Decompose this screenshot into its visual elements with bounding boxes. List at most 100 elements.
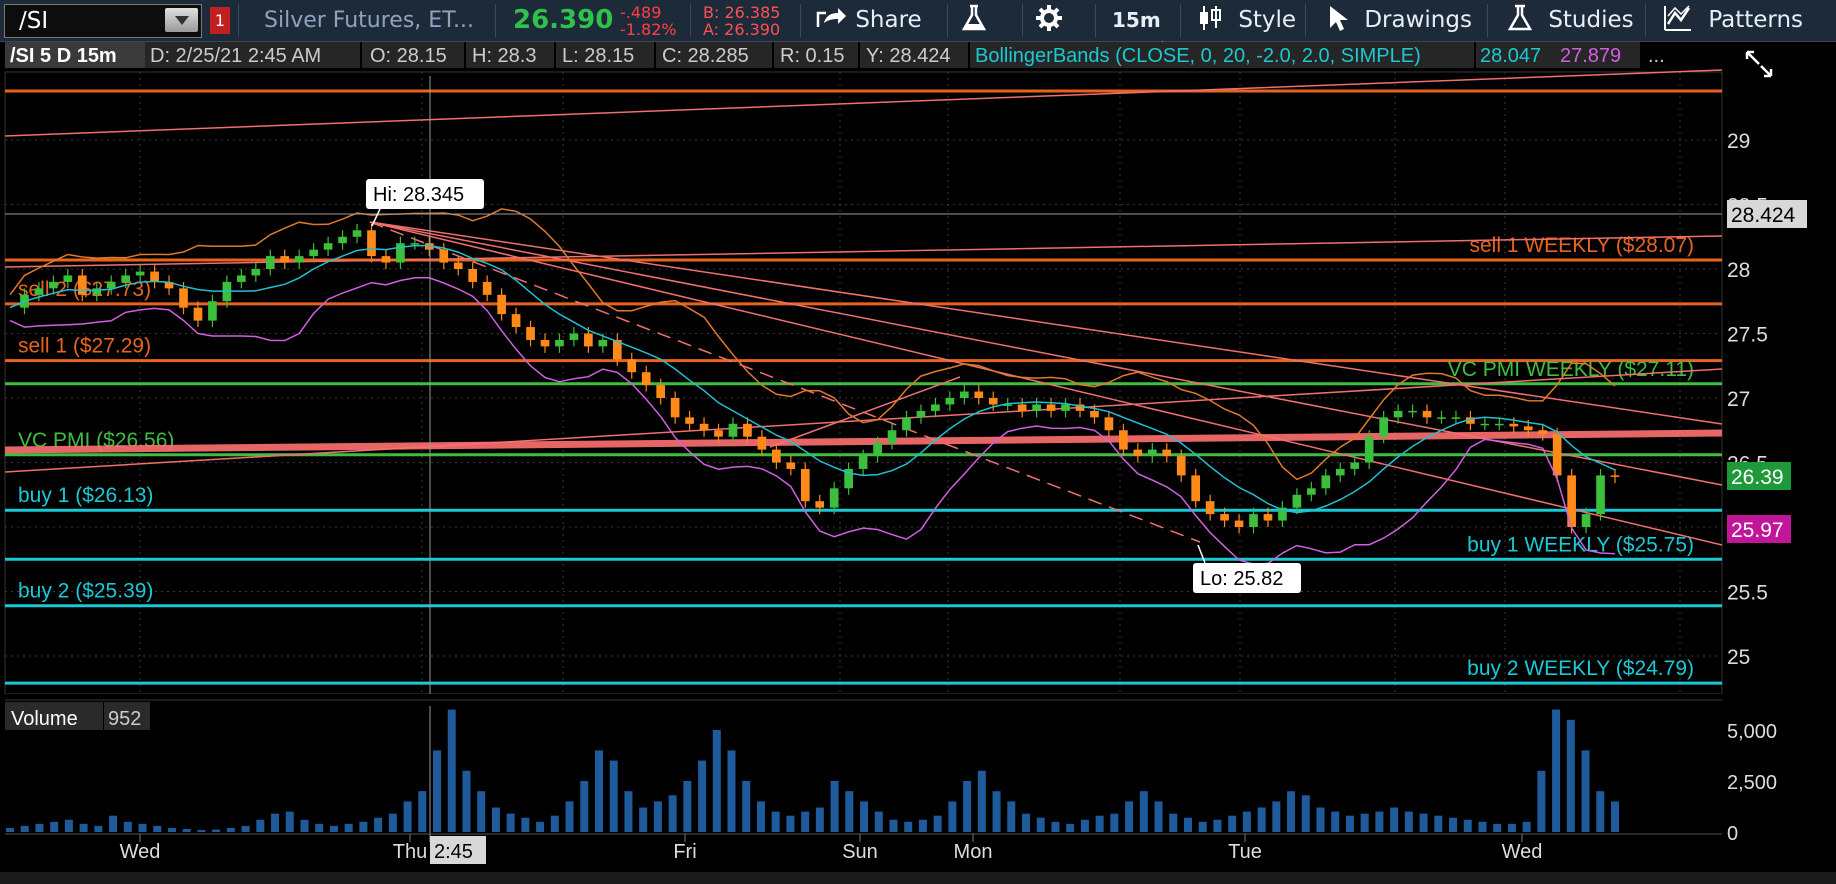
- volume-bar: [860, 801, 869, 832]
- style-label: Style: [1238, 7, 1297, 33]
- candle-body: [1335, 468, 1345, 476]
- candle-body: [598, 339, 608, 347]
- volume-bar: [79, 823, 88, 832]
- volume-bar: [1125, 801, 1134, 832]
- candle-body: [106, 281, 116, 289]
- trendline[interactable]: [769, 376, 961, 448]
- level-label: buy 2 ($25.39): [18, 580, 153, 603]
- volume-bar: [918, 819, 927, 832]
- price-tick-label: 29: [1727, 130, 1750, 153]
- price-levels: sell 1 WEEKLY ($28.07)sell 2 ($27.73)sel…: [5, 89, 1722, 685]
- studies-button[interactable]: Studies: [1507, 0, 1634, 41]
- alert-badge[interactable]: 1: [210, 7, 230, 34]
- candle-body: [699, 423, 709, 431]
- volume-bar: [521, 817, 530, 832]
- bollinger-lower-value: 27.879: [1560, 45, 1621, 67]
- volume-bar: [904, 821, 913, 832]
- candle-body: [1133, 449, 1143, 457]
- more-studies[interactable]: ...: [1648, 45, 1665, 67]
- volume-bar: [197, 829, 206, 832]
- volume-bar: [624, 791, 633, 832]
- flask-icon: [961, 4, 987, 31]
- last-price-text: 26.39: [1731, 466, 1784, 489]
- candle-body: [569, 333, 579, 340]
- level-label: buy 2 WEEKLY ($24.79): [1467, 657, 1694, 680]
- volume-bar: [889, 819, 898, 832]
- volume-bar: [639, 807, 648, 832]
- candle-body: [1350, 462, 1360, 469]
- volume-bar: [948, 801, 957, 832]
- volume-bar: [565, 801, 574, 832]
- lower-band-price-tag: 25.97: [1727, 515, 1791, 543]
- candle-body: [670, 398, 680, 418]
- patterns-button[interactable]: Patterns: [1663, 0, 1803, 41]
- candle-body: [135, 271, 145, 276]
- price-chart[interactable]: sell 1 WEEKLY ($28.07)sell 2 ($27.73)sel…: [0, 42, 1836, 884]
- share-icon: [816, 8, 846, 27]
- last-price: 26.390: [513, 5, 614, 35]
- volume-tick-label: 2,500: [1727, 772, 1777, 794]
- study-name[interactable]: BollingerBands (CLOSE, 0, 20, -2.0, 2.0,…: [975, 45, 1421, 67]
- candle-body: [540, 339, 550, 347]
- flask-button[interactable]: [960, 0, 988, 41]
- candle-body: [1032, 404, 1041, 411]
- bollinger-middle: [9, 244, 1616, 514]
- volume-bar: [6, 827, 14, 832]
- settings-button[interactable]: [1035, 0, 1063, 41]
- expand-icon[interactable]: [1745, 50, 1773, 78]
- candle-body: [265, 256, 275, 269]
- bollinger-lower: [9, 277, 1616, 565]
- volume-bar: [1611, 801, 1619, 832]
- volume-bar: [1375, 811, 1384, 832]
- time-tick-label: Mon: [954, 841, 993, 863]
- volume-bar: [609, 760, 618, 832]
- candle-body: [468, 269, 478, 282]
- candle-body: [77, 275, 87, 295]
- candle-body: [482, 281, 492, 295]
- volume-bar: [300, 819, 309, 832]
- symbol-period: /SI 5 D 15m: [10, 45, 117, 67]
- volume-bar: [285, 811, 294, 832]
- symbol-selector[interactable]: /SI: [4, 4, 202, 38]
- volume-bar: [1493, 823, 1502, 832]
- candle-body: [1176, 456, 1186, 476]
- time-tick-label: Sun: [842, 841, 878, 863]
- volume-bar: [477, 791, 486, 832]
- trendline[interactable]: [4, 69, 1723, 137]
- candle-body: [1364, 436, 1374, 463]
- candle-body: [1422, 410, 1432, 418]
- candle-body: [1046, 404, 1056, 411]
- candle-body: [453, 262, 463, 269]
- candle-body: [1263, 514, 1273, 521]
- low-label: Lo: 25.82: [1200, 568, 1283, 590]
- candle-body: [1061, 404, 1070, 411]
- cursor-icon: [1330, 6, 1348, 31]
- trendline-thick[interactable]: [4, 429, 1723, 454]
- volume-panel: Volume 952 5,000 2,500 0: [5, 702, 1777, 845]
- candle-body: [193, 307, 203, 321]
- candle-body: [815, 501, 825, 508]
- drawings-button[interactable]: Drawings: [1327, 0, 1472, 41]
- volume-bar: [727, 750, 736, 832]
- volume-bar: [536, 821, 545, 832]
- toolbar: /SI 1 Silver Futures, ET... 26.390 -.489…: [0, 0, 1836, 47]
- volume-bar: [388, 813, 397, 832]
- candle-body: [526, 327, 535, 340]
- volume-bar: [580, 781, 589, 832]
- candle-body: [1581, 514, 1591, 527]
- volume-bar: [1345, 815, 1354, 832]
- chevron-down-icon[interactable]: [165, 8, 198, 32]
- volume-bar: [359, 821, 368, 832]
- timeframe-button[interactable]: 15m: [1112, 0, 1163, 47]
- volume-bar: [698, 760, 707, 832]
- high-value: H: 28.3: [472, 45, 536, 67]
- close-value: C: 28.285: [662, 45, 749, 67]
- volume-bar: [256, 819, 265, 832]
- style-button[interactable]: Style: [1197, 0, 1296, 41]
- volume-bar: [1257, 807, 1266, 832]
- volume-bar: [786, 815, 795, 832]
- volume-bar: [712, 730, 721, 832]
- volume-bar: [933, 815, 942, 832]
- volume-value: 952: [108, 708, 141, 730]
- share-button[interactable]: Share: [814, 0, 922, 41]
